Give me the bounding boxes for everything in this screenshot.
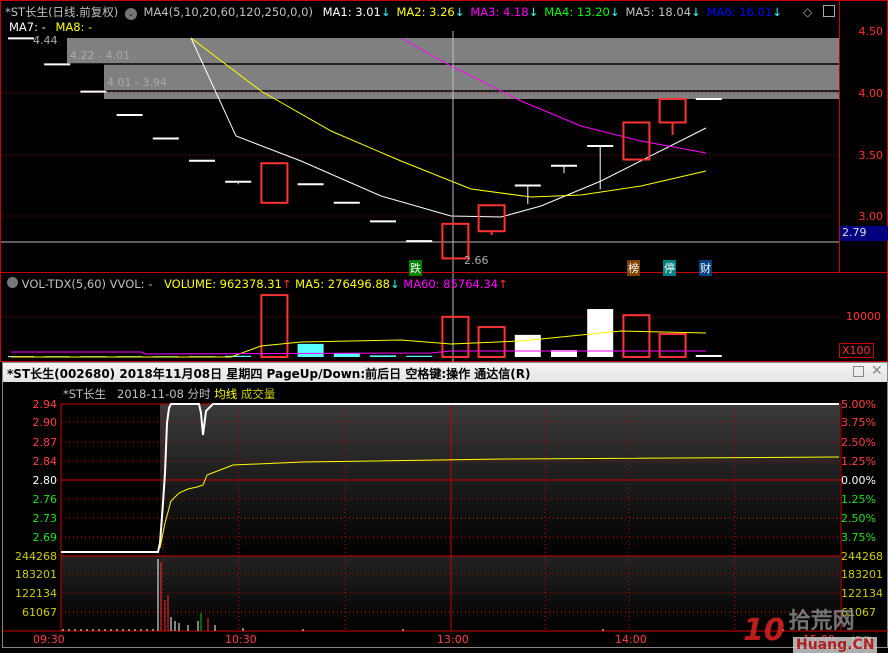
price-label: 2.76: [32, 493, 58, 506]
watermark-logo: 10 拾荒网 Huang.CN: [743, 609, 878, 653]
volume-label: 122134: [841, 587, 883, 600]
volume-bar: [406, 355, 433, 357]
price-label: 2.90: [32, 416, 58, 429]
up-arrow-icon: ↑: [498, 277, 508, 291]
percent-label: 0.00%: [841, 474, 876, 487]
volume-label: 122134: [15, 587, 57, 600]
low-price-label: 2.66: [464, 254, 489, 267]
volume-header: VOL-TDX(5,60) VVOL: - VOLUME: 962378.31↑…: [7, 277, 508, 291]
price-tick: 4.50: [858, 25, 884, 38]
dropdown-icon[interactable]: [7, 277, 18, 288]
volume-label: 244268: [841, 550, 883, 563]
gap-label: 4.01 - 3.94: [107, 76, 167, 89]
price-label: 2.94: [32, 398, 58, 411]
volume-bar: [658, 333, 687, 359]
price-label: 2.84: [32, 455, 58, 468]
volume-label: 244268: [15, 550, 57, 563]
volume-unit: X100: [839, 343, 874, 358]
volume-bar: [514, 334, 541, 357]
volume-label: 183201: [841, 568, 883, 581]
volume-tick: 10000: [846, 310, 881, 323]
gap-label: 4.44: [33, 34, 58, 47]
up-arrow-icon: ↑: [281, 277, 292, 291]
candle-up: [622, 121, 651, 161]
candle-up: [260, 162, 289, 204]
time-label: 10:30: [225, 633, 257, 646]
percent-label: 5.00%: [841, 398, 876, 411]
gap-band: [31, 38, 839, 99]
price-tick: 4.00: [858, 87, 884, 100]
kline-canvas: [1, 31, 839, 363]
vol-indicator-name: VOL-TDX(5,60): [21, 277, 107, 291]
price-tick: 3.50: [858, 149, 884, 162]
percent-label: 3.75%: [841, 416, 876, 429]
gap-mask: [31, 64, 104, 99]
price-label: 2.73: [32, 512, 58, 525]
price-tick: 3.00: [858, 210, 884, 223]
vvol-label: VVOL: -: [109, 277, 153, 291]
volume-bar: [260, 294, 289, 358]
down-arrow-icon: ↓: [390, 277, 400, 291]
price-label: 2.80: [32, 474, 58, 487]
volume-bar: [695, 354, 722, 357]
tag-rank[interactable]: 榜: [627, 260, 640, 276]
current-price-badge: 2.79: [840, 226, 888, 241]
percent-label: 2.50%: [841, 512, 876, 525]
price-label: 2.69: [32, 531, 58, 544]
tag-finance[interactable]: 财: [699, 260, 712, 276]
gap-label: 4.22 - 4.01: [70, 49, 130, 62]
candle-up: [658, 97, 687, 124]
volume-value: VOLUME: 962378.31: [164, 277, 282, 291]
tag-fall[interactable]: 跌: [409, 260, 422, 276]
percent-label: 2.50%: [841, 436, 876, 449]
intraday-popup-window[interactable]: *ST长生(002680) 2018年11月08日 星期四 PageUp/Dow…: [2, 362, 888, 653]
volume-label: 61067: [22, 606, 57, 619]
volume-label: 183201: [15, 568, 57, 581]
percent-label: 1.25%: [841, 455, 876, 468]
time-label: 14:00: [615, 633, 647, 646]
time-label: 09:30: [33, 633, 65, 646]
price-label: 2.87: [32, 436, 58, 449]
tag-halt[interactable]: 停: [663, 260, 676, 276]
volume-bar: [370, 355, 396, 357]
time-label: 13:00: [437, 633, 469, 646]
vol-ma60: MA60: 85764.34: [403, 277, 499, 291]
candle-up: [477, 204, 506, 233]
price-axis: 4.50 4.00 3.50 3.00 2.79: [839, 1, 888, 273]
daily-kline-chart[interactable]: *ST长生(日线.前复权) ⌄ MA4(5,10,20,60,120,250,0…: [0, 0, 888, 363]
percent-label: 1.25%: [841, 493, 876, 506]
percent-label: 3.75%: [841, 531, 876, 544]
volume-bar: [297, 343, 324, 357]
intraday-canvas: [3, 403, 888, 632]
vol-ma5: MA5: 276496.88: [295, 277, 390, 291]
